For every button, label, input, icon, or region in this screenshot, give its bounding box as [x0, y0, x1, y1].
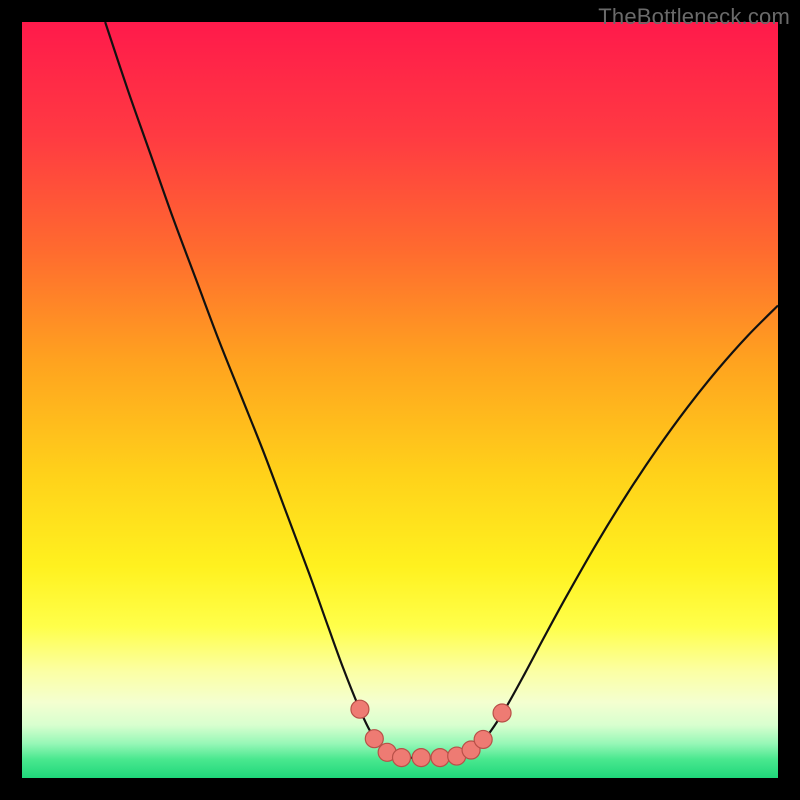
curve-marker [431, 749, 449, 767]
chart-frame [22, 22, 778, 778]
curve-marker [365, 730, 383, 748]
watermark-text: TheBottleneck.com [598, 4, 790, 30]
curve-marker [412, 749, 430, 767]
bottleneck-chart [22, 22, 778, 778]
curve-marker [493, 704, 511, 722]
curve-marker [351, 700, 369, 718]
curve-marker [393, 749, 411, 767]
gradient-background [22, 22, 778, 778]
curve-marker [474, 730, 492, 748]
